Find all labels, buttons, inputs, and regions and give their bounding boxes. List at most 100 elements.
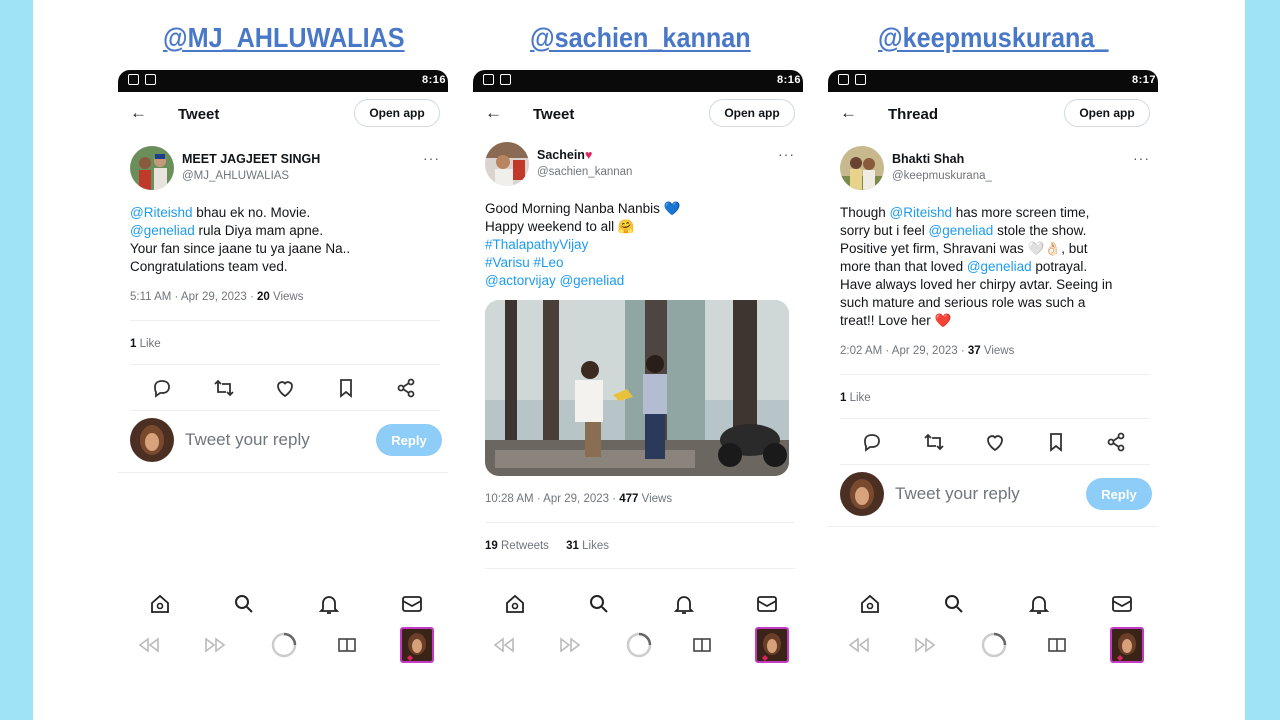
browser-bar xyxy=(130,626,440,664)
retweets-count[interactable]: 19 Retweets xyxy=(485,540,549,552)
notification-icon xyxy=(483,74,494,85)
avatar[interactable] xyxy=(485,142,529,186)
mention-link[interactable]: @actorvijay @geneliad xyxy=(485,272,799,290)
retweet-icon[interactable] xyxy=(922,430,946,454)
phone-panel-1: 8:16 ← Tweet Open app MEET JAGJEET SINGH… xyxy=(118,70,448,690)
bottom-nav xyxy=(485,592,795,616)
heart-icon[interactable] xyxy=(273,376,297,400)
user-handle: @keepmuskurana_ xyxy=(892,170,992,182)
more-options-icon[interactable]: ··· xyxy=(778,146,795,162)
likes-count[interactable]: 1 Like xyxy=(130,338,161,350)
back-arrow-icon[interactable]: ← xyxy=(485,103,502,123)
bottom-nav xyxy=(840,592,1150,616)
mention-link[interactable]: @geneliad xyxy=(130,223,195,238)
divider xyxy=(840,418,1150,419)
rewind-icon[interactable] xyxy=(136,633,162,657)
share-icon[interactable] xyxy=(394,376,418,400)
display-name: Bhakti Shah xyxy=(892,152,965,166)
tweet-header: Sachein♥ @sachien_kannan ··· xyxy=(485,142,795,186)
tweet-media-image[interactable] xyxy=(485,300,789,476)
user-handle: @sachien_kannan xyxy=(537,166,633,178)
bookmark-icon[interactable] xyxy=(334,376,358,400)
fast-forward-icon[interactable] xyxy=(202,633,228,657)
reply-button[interactable]: Reply xyxy=(376,424,442,456)
rewind-icon[interactable] xyxy=(491,633,517,657)
reply-button[interactable]: Reply xyxy=(1086,478,1152,510)
tab-thumbnail[interactable] xyxy=(1110,627,1144,663)
reply-input[interactable]: Tweet your reply xyxy=(895,484,1020,504)
reply-icon[interactable] xyxy=(150,376,174,400)
retweet-icon[interactable] xyxy=(212,376,236,400)
rewind-icon[interactable] xyxy=(846,633,872,657)
likes-count[interactable]: 1 Like xyxy=(840,392,871,404)
reply-icon[interactable] xyxy=(860,430,884,454)
tab-thumbnail[interactable] xyxy=(755,627,789,663)
home-icon[interactable] xyxy=(148,592,172,616)
home-icon[interactable] xyxy=(858,592,882,616)
user-handle: @MJ_AHLUWALIAS xyxy=(182,170,290,182)
mail-icon[interactable] xyxy=(1110,592,1134,616)
back-arrow-icon[interactable]: ← xyxy=(130,103,147,123)
mention-link[interactable]: @Riteishd xyxy=(890,205,952,220)
mail-icon[interactable] xyxy=(400,592,424,616)
divider xyxy=(485,522,795,523)
tweet-meta: 5:11 AM · Apr 29, 2023 · 20 Views xyxy=(130,291,304,303)
status-bar: 8:16 xyxy=(118,70,448,92)
hashtag-link[interactable]: #ThalapathyVijay xyxy=(485,236,799,254)
top-bar: ← Tweet Open app xyxy=(473,98,803,132)
reply-bar: Tweet your reply Reply xyxy=(130,416,446,464)
divider xyxy=(840,374,1150,375)
more-options-icon[interactable]: ··· xyxy=(1133,150,1150,166)
search-icon[interactable] xyxy=(587,592,611,616)
fast-forward-icon[interactable] xyxy=(557,633,583,657)
status-bar: 8:16 xyxy=(473,70,803,92)
tab-thumbnail[interactable] xyxy=(400,627,434,663)
page-title: Tweet xyxy=(533,106,575,123)
back-arrow-icon[interactable]: ← xyxy=(840,103,857,123)
tabs-icon[interactable] xyxy=(334,633,360,657)
notification-icon xyxy=(500,74,511,85)
status-time: 8:16 xyxy=(776,74,801,86)
loading-icon xyxy=(981,632,1007,658)
avatar xyxy=(840,472,884,516)
views-count: 20 xyxy=(257,291,270,303)
open-app-button[interactable]: Open app xyxy=(1064,99,1150,127)
mail-icon[interactable] xyxy=(755,592,779,616)
bell-icon[interactable] xyxy=(672,592,696,616)
home-icon[interactable] xyxy=(503,592,527,616)
page-title: Tweet xyxy=(178,106,220,123)
reply-input[interactable]: Tweet your reply xyxy=(185,430,310,450)
heading-user-3: @keepmuskurana_ xyxy=(878,22,1109,53)
tweet-actions xyxy=(840,430,1140,454)
search-icon[interactable] xyxy=(942,592,966,616)
avatar[interactable] xyxy=(130,146,174,190)
likes-count[interactable]: 31 Likes xyxy=(566,540,609,552)
heading-user-1: @MJ_AHLUWALIAS xyxy=(163,22,405,53)
tabs-icon[interactable] xyxy=(1044,633,1070,657)
more-options-icon[interactable]: ··· xyxy=(423,150,440,166)
mention-link[interactable]: @geneliad xyxy=(967,259,1032,274)
divider xyxy=(130,320,440,321)
bookmark-icon[interactable] xyxy=(1044,430,1068,454)
search-icon[interactable] xyxy=(232,592,256,616)
browser-bar xyxy=(840,626,1150,664)
avatar[interactable] xyxy=(840,146,884,190)
heart-icon[interactable] xyxy=(983,430,1007,454)
display-name: MEET JAGJEET SINGH xyxy=(182,152,321,166)
reply-bar: Tweet your reply Reply xyxy=(840,470,1156,518)
fast-forward-icon[interactable] xyxy=(912,633,938,657)
bell-icon[interactable] xyxy=(317,592,341,616)
divider xyxy=(485,568,795,569)
top-bar: ← Thread Open app xyxy=(828,98,1158,132)
tabs-icon[interactable] xyxy=(689,633,715,657)
mention-link[interactable]: @geneliad xyxy=(929,223,994,238)
tweet-actions xyxy=(130,376,430,400)
bell-icon[interactable] xyxy=(1027,592,1051,616)
phone-panel-3: 8:17 ← Thread Open app Bhakti Shah @keep… xyxy=(828,70,1158,690)
hashtag-link[interactable]: #Varisu #Leo xyxy=(485,254,799,272)
share-icon[interactable] xyxy=(1104,430,1128,454)
open-app-button[interactable]: Open app xyxy=(354,99,440,127)
open-app-button[interactable]: Open app xyxy=(709,99,795,127)
mention-link[interactable]: @Riteishd xyxy=(130,205,192,220)
notification-icon xyxy=(145,74,156,85)
